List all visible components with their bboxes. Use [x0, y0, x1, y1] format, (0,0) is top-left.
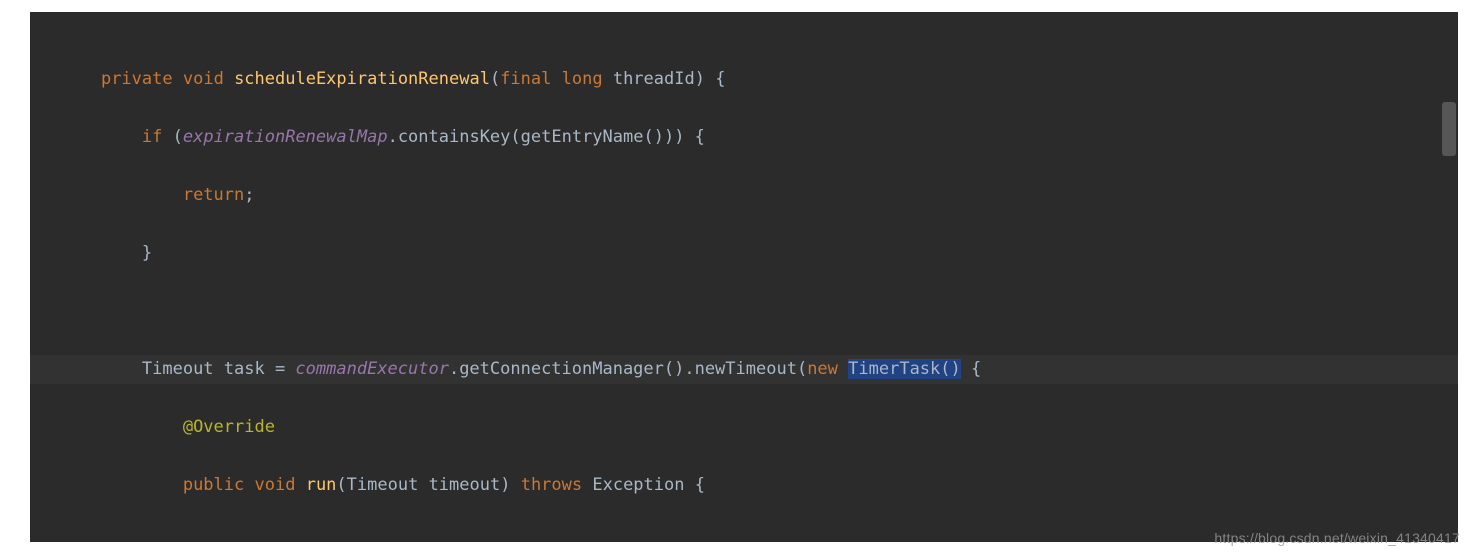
keyword-void: void — [255, 475, 296, 495]
param-type: Timeout — [347, 475, 429, 495]
code-line: if (expirationRenewalMap.containsKey(get… — [30, 123, 1458, 152]
keyword-private: private — [101, 69, 173, 89]
code-line: return; — [30, 181, 1458, 210]
type-exception: Exception — [592, 475, 684, 495]
call-getentryname: getEntryName — [521, 127, 644, 147]
code-line — [30, 529, 1458, 542]
keyword-new: new — [807, 359, 838, 379]
code-line — [30, 297, 1458, 326]
param-threadid: threadId — [613, 69, 695, 89]
brace: } — [142, 243, 152, 263]
method-name: scheduleExpirationRenewal — [234, 69, 490, 89]
annotation-override: @Override — [183, 417, 275, 437]
brace: { — [684, 475, 704, 495]
paren: ) — [695, 69, 705, 89]
ctor-timertask: TimerTask() — [848, 359, 961, 379]
field-commandexecutor: commandExecutor — [295, 359, 449, 379]
brace: { — [684, 127, 704, 147]
paren: ( — [510, 127, 520, 147]
field-map: expirationRenewalMap — [183, 127, 388, 147]
space — [838, 359, 848, 379]
paren: ) — [500, 475, 510, 495]
code-area[interactable]: private void scheduleExpirationRenewal(f… — [30, 12, 1458, 542]
call-containskey: containsKey — [398, 127, 511, 147]
text: Timeout task = — [142, 359, 296, 379]
keyword-void: void — [183, 69, 224, 89]
brace: { — [961, 359, 981, 379]
keyword-final: final — [500, 69, 551, 89]
code-line: public void run(Timeout timeout) throws … — [30, 471, 1458, 500]
paren: ( — [490, 69, 500, 89]
code-line: private void scheduleExpirationRenewal(f… — [30, 65, 1458, 94]
keyword-throws: throws — [510, 475, 592, 495]
keyword-long: long — [562, 69, 603, 89]
code-editor[interactable]: private void scheduleExpirationRenewal(f… — [30, 12, 1458, 542]
brace: { — [705, 69, 725, 89]
keyword-return: return — [183, 185, 244, 205]
paren: ())) — [643, 127, 684, 147]
paren: ( — [162, 127, 182, 147]
code-line: @Override — [30, 413, 1458, 442]
paren: ( — [336, 475, 346, 495]
scrollbar-thumb[interactable] — [1442, 102, 1456, 156]
text: .getConnectionManager().newTimeout( — [449, 359, 807, 379]
code-line: } — [30, 239, 1458, 268]
keyword-if: if — [142, 127, 162, 147]
method-run: run — [306, 475, 337, 495]
selection-timertask[interactable]: TimerTask() — [848, 359, 961, 379]
param-timeout: timeout — [429, 475, 501, 495]
dot: . — [388, 127, 398, 147]
semicolon: ; — [244, 185, 254, 205]
code-line-highlighted: Timeout task = commandExecutor.getConnec… — [30, 355, 1458, 384]
keyword-public: public — [183, 475, 244, 495]
